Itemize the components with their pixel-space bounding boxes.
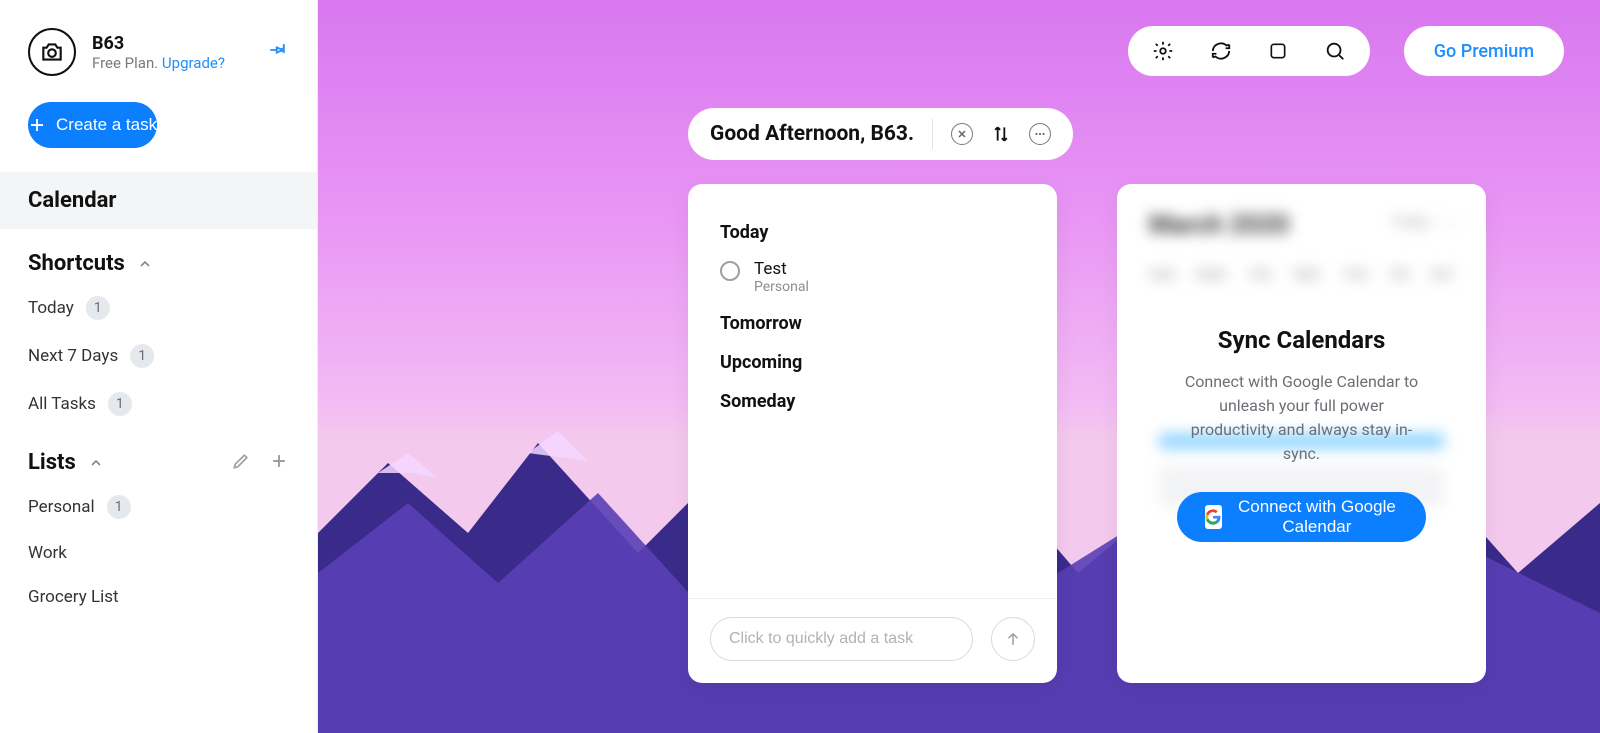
main-area: Go Premium Good Afternoon, B63. Today Te… bbox=[318, 0, 1600, 733]
sync-button[interactable] bbox=[1210, 40, 1232, 62]
chevron-up-icon bbox=[88, 455, 104, 471]
square-icon bbox=[1268, 41, 1288, 61]
gear-icon bbox=[1152, 40, 1174, 62]
x-icon bbox=[956, 128, 968, 140]
sidebar-item-grocery[interactable]: Grocery List bbox=[0, 575, 317, 619]
toolbar-pill bbox=[1128, 26, 1370, 76]
ellipsis-icon bbox=[1033, 127, 1047, 141]
view-button[interactable] bbox=[1268, 41, 1288, 61]
sidebar-item-alltasks[interactable]: All Tasks 1 bbox=[0, 380, 317, 428]
avatar[interactable] bbox=[28, 28, 76, 76]
tasks-panel: Today Test Personal Tomorrow Upcoming So… bbox=[688, 184, 1057, 683]
camera-icon bbox=[39, 39, 65, 65]
more-button[interactable] bbox=[1029, 123, 1051, 145]
clear-completed-button[interactable] bbox=[951, 123, 973, 145]
greeting-bar: Good Afternoon, B63. bbox=[688, 108, 1073, 160]
pin-icon[interactable] bbox=[267, 39, 289, 65]
sidebar-item-work[interactable]: Work bbox=[0, 531, 317, 575]
sync-calendars-overlay: Sync Calendars Connect with Google Calen… bbox=[1117, 184, 1486, 683]
connect-button-label: Connect with Google Calendar bbox=[1236, 497, 1398, 537]
sidebar-item-label: Today bbox=[28, 298, 74, 318]
sidebar-item-label: Grocery List bbox=[28, 587, 119, 607]
shortcuts-header[interactable]: Shortcuts bbox=[0, 229, 317, 284]
sidebar-item-label: All Tasks bbox=[28, 394, 96, 414]
count-badge: 1 bbox=[107, 495, 131, 519]
sidebar-item-label: Next 7 Days bbox=[28, 346, 118, 366]
arrow-up-icon bbox=[1004, 630, 1022, 648]
top-toolbar: Go Premium bbox=[1128, 26, 1564, 76]
edit-lists-icon[interactable] bbox=[231, 451, 251, 475]
shortcuts-label: Shortcuts bbox=[28, 251, 125, 276]
connect-google-calendar-button[interactable]: Connect with Google Calendar bbox=[1177, 492, 1426, 542]
create-task-button[interactable]: Create a task bbox=[28, 102, 157, 148]
task-title: Test bbox=[754, 259, 809, 279]
plus-icon bbox=[269, 451, 289, 471]
greeting-text: Good Afternoon, B63. bbox=[710, 122, 914, 146]
task-checkbox[interactable] bbox=[720, 261, 740, 281]
profile-section: B63 Free Plan. Upgrade? bbox=[0, 0, 317, 88]
quick-add-input[interactable] bbox=[710, 617, 973, 661]
calendar-label: Calendar bbox=[28, 188, 116, 213]
lists-label: Lists bbox=[28, 450, 76, 475]
search-button[interactable] bbox=[1324, 40, 1346, 62]
task-row[interactable]: Test Personal bbox=[720, 259, 1025, 295]
google-logo-icon bbox=[1205, 505, 1222, 529]
sync-title: Sync Calendars bbox=[1218, 326, 1386, 354]
tasks-section-upcoming[interactable]: Upcoming bbox=[720, 352, 1025, 373]
sort-button[interactable] bbox=[991, 124, 1011, 144]
pencil-icon bbox=[231, 451, 251, 471]
sort-arrows-icon bbox=[991, 124, 1011, 144]
calendar-panel: March 2020 Today ‹ › SUNMONTUEWEDTHUFRIS… bbox=[1117, 184, 1486, 683]
sidebar-item-label: Work bbox=[28, 543, 67, 563]
sidebar: B63 Free Plan. Upgrade? Create a task Ca… bbox=[0, 0, 318, 733]
go-premium-button[interactable]: Go Premium bbox=[1404, 26, 1564, 76]
divider bbox=[932, 119, 933, 149]
tasks-section-today[interactable]: Today bbox=[720, 222, 1025, 243]
search-icon bbox=[1324, 40, 1346, 62]
create-task-label: Create a task bbox=[56, 115, 157, 135]
tasks-section-someday[interactable]: Someday bbox=[720, 391, 1025, 412]
sidebar-item-label: Personal bbox=[28, 497, 95, 517]
count-badge: 1 bbox=[130, 344, 154, 368]
sync-description: Connect with Google Calendar to unleash … bbox=[1177, 370, 1426, 466]
chevron-up-icon bbox=[137, 256, 153, 272]
profile-plan: Free Plan. Upgrade? bbox=[92, 54, 251, 72]
sidebar-item-personal[interactable]: Personal 1 bbox=[0, 483, 317, 531]
tasks-footer bbox=[688, 598, 1057, 683]
sidebar-item-calendar[interactable]: Calendar bbox=[0, 172, 317, 229]
go-premium-label: Go Premium bbox=[1434, 41, 1534, 62]
task-list-label: Personal bbox=[754, 279, 809, 295]
profile-name: B63 bbox=[92, 33, 251, 54]
add-list-icon[interactable] bbox=[269, 451, 289, 475]
quick-add-submit[interactable] bbox=[991, 617, 1035, 661]
sidebar-item-today[interactable]: Today 1 bbox=[0, 284, 317, 332]
plus-icon bbox=[28, 116, 46, 134]
count-badge: 1 bbox=[86, 296, 110, 320]
plan-text: Free Plan. bbox=[92, 54, 158, 72]
upgrade-link[interactable]: Upgrade? bbox=[162, 54, 225, 72]
settings-button[interactable] bbox=[1152, 40, 1174, 62]
lists-header[interactable]: Lists bbox=[0, 428, 317, 483]
sidebar-item-next7[interactable]: Next 7 Days 1 bbox=[0, 332, 317, 380]
sync-icon bbox=[1210, 40, 1232, 62]
count-badge: 1 bbox=[108, 392, 132, 416]
tasks-section-tomorrow[interactable]: Tomorrow bbox=[720, 313, 1025, 334]
